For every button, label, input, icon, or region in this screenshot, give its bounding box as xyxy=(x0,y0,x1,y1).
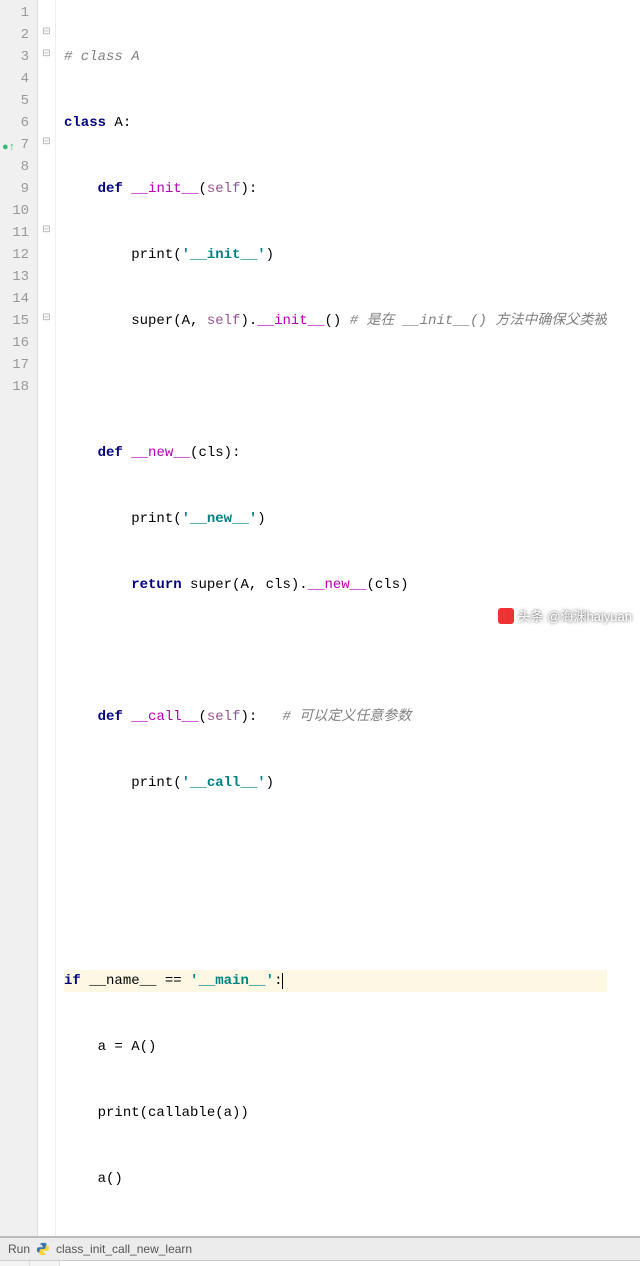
code-line: class A: xyxy=(64,112,607,134)
text-cursor xyxy=(282,973,283,989)
code-line: return super(A, cls).__new__(cls) xyxy=(64,574,607,596)
line-number: 9 xyxy=(4,178,29,200)
code-line: def __new__(cls): xyxy=(64,442,607,464)
line-number: 2 xyxy=(4,24,29,46)
fold-icon[interactable]: ⊟ xyxy=(38,132,55,154)
code-line: print('__init__') xyxy=(64,244,607,266)
line-number: 14 xyxy=(4,288,29,310)
code-line: # class A xyxy=(64,46,607,68)
watermark-icon xyxy=(498,608,514,624)
code-line xyxy=(64,376,607,398)
run-config-name[interactable]: class_init_call_new_learn xyxy=(56,1242,192,1256)
line-number: 17 xyxy=(4,354,29,376)
line-number: 13 xyxy=(4,266,29,288)
line-number: 1 xyxy=(4,2,29,24)
code-line: a = A() xyxy=(64,1036,607,1058)
code-line: def __call__(self): # 可以定义任意参数 xyxy=(64,706,607,728)
run-panel-header: Run class_init_call_new_learn xyxy=(0,1238,640,1261)
line-number: 11 xyxy=(4,222,29,244)
line-number: 18 xyxy=(4,376,29,398)
code-line: super(A, self).__init__() # 是在 __init__(… xyxy=(64,310,607,332)
fold-icon[interactable]: ⊟ xyxy=(38,44,55,66)
line-number: 15 xyxy=(4,310,29,332)
code-line xyxy=(64,640,607,662)
fold-gutter: ⊟⊟⊟⊟⊟ xyxy=(38,0,56,1236)
run-toolbar-right xyxy=(30,1261,60,1266)
run-panel: Run class_init_call_new_learn ? /Library… xyxy=(0,1238,640,1266)
run-toolbar-left: ? xyxy=(0,1261,30,1266)
line-number: 16 xyxy=(4,332,29,354)
watermark: 头条 @海渊haiyuan xyxy=(498,606,632,625)
line-number: 10 xyxy=(4,200,29,222)
watermark-text: 头条 @海渊haiyuan xyxy=(518,606,632,625)
python-icon xyxy=(36,1242,50,1256)
code-line xyxy=(64,904,607,926)
line-number: 3 xyxy=(4,46,29,68)
fold-icon[interactable]: ⊟ xyxy=(38,22,55,44)
fold-icon[interactable]: ⊟ xyxy=(38,220,55,242)
fold-icon[interactable]: ⊟ xyxy=(38,308,55,330)
code-line-highlighted: if __name__ == '__main__': xyxy=(64,970,607,992)
line-number: 6 xyxy=(4,112,29,134)
line-number: 8 xyxy=(4,156,29,178)
code-line: print('__new__') xyxy=(64,508,607,530)
code-line xyxy=(64,838,607,860)
line-number: 12 xyxy=(4,244,29,266)
line-number: 4 xyxy=(4,68,29,90)
code-line: def __init__(self): xyxy=(64,178,607,200)
run-label: Run xyxy=(8,1242,30,1256)
line-number: 5 xyxy=(4,90,29,112)
line-number-gutter: 1 2 3 4 5 6 ●↑7 8 9 10 11 12 13 14 15 16… xyxy=(0,0,38,1236)
code-line: print('__call__') xyxy=(64,772,607,794)
console-output[interactable]: /Library/Frameworks/Python.framework/Ver… xyxy=(60,1261,640,1266)
line-number: ●↑7 xyxy=(4,134,29,156)
code-line: print(callable(a)) xyxy=(64,1102,607,1124)
code-line: a() xyxy=(64,1168,607,1190)
